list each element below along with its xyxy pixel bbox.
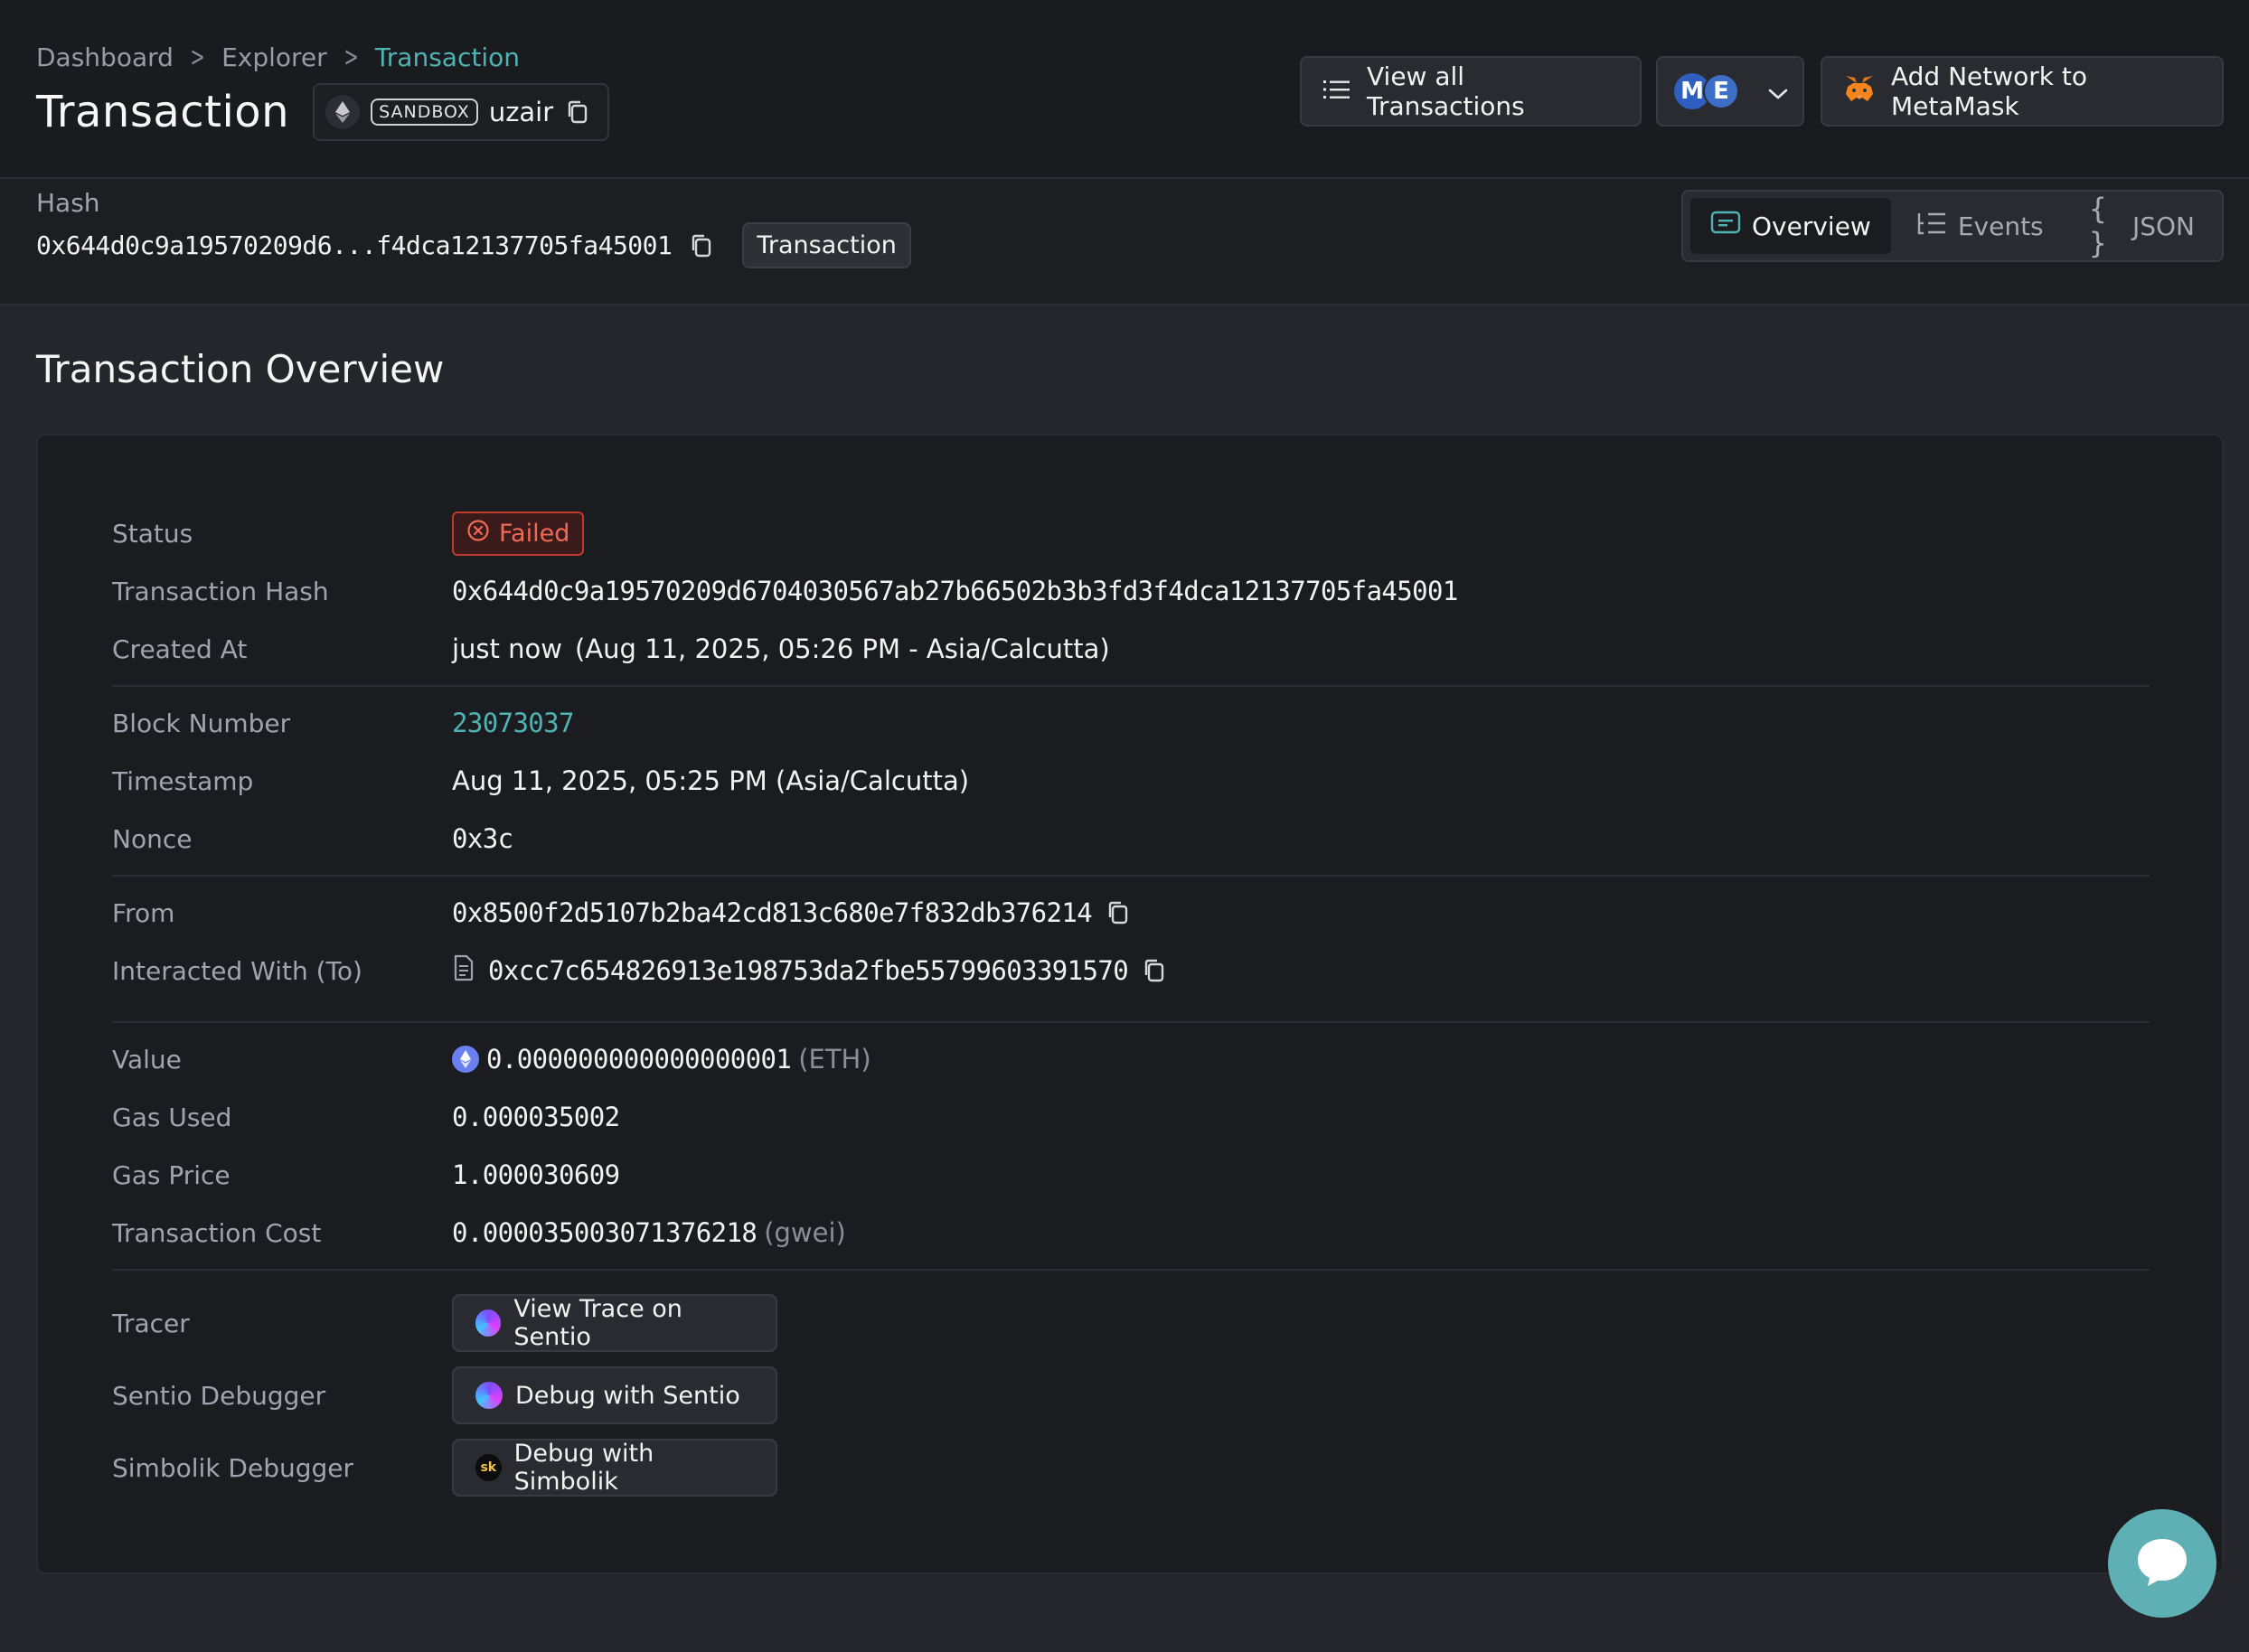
type-chip: Transaction bbox=[742, 222, 911, 268]
to-label: Interacted With (To) bbox=[112, 955, 362, 986]
copy-icon[interactable] bbox=[1105, 899, 1132, 926]
tx-cost-label: Transaction Cost bbox=[112, 1217, 322, 1248]
gas-price-label: Gas Price bbox=[112, 1159, 231, 1190]
ethereum-icon bbox=[452, 1046, 479, 1073]
overview-icon bbox=[1710, 210, 1741, 243]
hash-label: Hash bbox=[36, 188, 100, 218]
debug-sentio-button[interactable]: Debug with Sentio bbox=[452, 1366, 777, 1424]
contract-file-icon bbox=[452, 954, 475, 988]
title-row: Transaction SANDBOX uzair bbox=[36, 83, 610, 141]
copy-icon[interactable] bbox=[1141, 957, 1168, 984]
sentio-logo-icon bbox=[475, 1382, 503, 1409]
view-all-transactions-button[interactable]: View all Transactions bbox=[1300, 56, 1642, 127]
created-at-label: Created At bbox=[112, 634, 248, 664]
tx-hash-label: Transaction Hash bbox=[112, 576, 329, 606]
created-at-relative: just now bbox=[452, 634, 562, 664]
debug-sentio-label: Debug with Sentio bbox=[515, 1381, 740, 1410]
tab-json[interactable]: { } JSON bbox=[2069, 192, 2215, 260]
breadcrumb-explorer[interactable]: Explorer bbox=[221, 42, 327, 72]
simbolik-logo-icon: sk bbox=[475, 1454, 502, 1481]
nonce-label: Nonce bbox=[112, 823, 193, 854]
chevron-right-icon: > bbox=[190, 42, 205, 73]
divider bbox=[112, 875, 2150, 877]
divider bbox=[112, 1021, 2150, 1023]
simbolik-debugger-label: Simbolik Debugger bbox=[112, 1452, 353, 1483]
debug-simbolik-button[interactable]: sk Debug with Simbolik bbox=[452, 1439, 777, 1497]
chat-support-button[interactable] bbox=[2108, 1509, 2216, 1618]
value-amount: 0.000000000000000001 bbox=[486, 1044, 792, 1075]
hash-value: 0x644d0c9a19570209d6...f4dca12137705fa45… bbox=[36, 230, 673, 260]
status-text: Failed bbox=[499, 519, 570, 548]
project-chip: SANDBOX uzair bbox=[313, 83, 610, 141]
tab-overview[interactable]: Overview bbox=[1690, 198, 1891, 254]
sentio-debugger-label: Sentio Debugger bbox=[112, 1380, 326, 1411]
close-circle-icon bbox=[466, 519, 490, 549]
gas-used-label: Gas Used bbox=[112, 1102, 232, 1132]
chat-icon bbox=[2134, 1535, 2190, 1591]
page-title: Transaction bbox=[36, 87, 290, 137]
view-tabs: Overview Events { } JSON bbox=[1681, 190, 2224, 262]
tx-cost-unit: (gwei) bbox=[764, 1217, 846, 1248]
tx-cost-amount: 0.000035003071376218 bbox=[452, 1217, 758, 1248]
overview-card: Status Failed Transaction Hash 0x644d0c9… bbox=[36, 434, 2224, 1574]
timestamp-label: Timestamp bbox=[112, 765, 254, 796]
status-badge: Failed bbox=[452, 511, 585, 556]
block-number-link[interactable]: 23073037 bbox=[452, 708, 574, 738]
network-selector[interactable]: M E bbox=[1656, 56, 1804, 127]
value-unit: (ETH) bbox=[798, 1044, 871, 1075]
project-name: uzair bbox=[488, 97, 554, 127]
chevron-right-icon: > bbox=[343, 42, 359, 73]
sandbox-tag: SANDBOX bbox=[371, 99, 478, 126]
tracer-label: Tracer bbox=[112, 1308, 190, 1338]
block-number-label: Block Number bbox=[112, 708, 291, 738]
created-at-absolute: (Aug 11, 2025, 05:26 PM - Asia/Calcutta) bbox=[574, 634, 1110, 664]
to-address[interactable]: 0xcc7c654826913e198753da2fbe557996033915… bbox=[488, 955, 1129, 986]
timestamp-value: Aug 11, 2025, 05:25 PM (Asia/Calcutta) bbox=[452, 765, 970, 796]
divider bbox=[112, 1269, 2150, 1271]
status-label: Status bbox=[112, 518, 193, 549]
network-badges: M E bbox=[1674, 73, 1739, 109]
chevron-down-icon bbox=[1768, 77, 1788, 107]
nonce-value: 0x3c bbox=[452, 823, 513, 854]
hash-row: 0x644d0c9a19570209d6...f4dca12137705fa45… bbox=[36, 222, 911, 268]
tab-overview-label: Overview bbox=[1752, 211, 1871, 241]
tab-events-label: Events bbox=[1957, 211, 2044, 241]
value-label: Value bbox=[112, 1044, 182, 1075]
debug-simbolik-label: Debug with Simbolik bbox=[513, 1440, 654, 1496]
gas-price-value: 1.000030609 bbox=[452, 1159, 620, 1190]
tab-json-label: JSON bbox=[2131, 211, 2195, 241]
gas-used-value: 0.000035002 bbox=[452, 1102, 620, 1132]
network-badge: E bbox=[1703, 73, 1739, 109]
view-trace-sentio-button[interactable]: View Trace on Sentio bbox=[452, 1294, 777, 1352]
tx-hash-value: 0x644d0c9a19570209d6704030567ab27b66502b… bbox=[452, 576, 1458, 606]
from-address[interactable]: 0x8500f2d5107b2ba42cd813c680e7f832db3762… bbox=[452, 897, 1093, 928]
section-title: Transaction Overview bbox=[36, 347, 445, 391]
events-icon bbox=[1916, 211, 1947, 241]
list-icon bbox=[1323, 77, 1350, 107]
view-trace-label: View Trace on Sentio bbox=[513, 1295, 682, 1351]
breadcrumb-dashboard[interactable]: Dashboard bbox=[36, 42, 174, 72]
view-all-label: View all Transactions bbox=[1367, 61, 1525, 121]
tab-events[interactable]: Events bbox=[1896, 198, 2064, 254]
divider bbox=[112, 685, 2150, 687]
copy-icon[interactable] bbox=[564, 99, 591, 126]
copy-icon[interactable] bbox=[688, 232, 715, 259]
breadcrumb-transaction[interactable]: Transaction bbox=[375, 42, 520, 72]
metamask-label: Add Network to MetaMask bbox=[1891, 61, 2088, 121]
metamask-fox-icon bbox=[1844, 74, 1875, 109]
from-label: From bbox=[112, 897, 175, 928]
sentio-logo-icon bbox=[475, 1309, 502, 1337]
breadcrumb: Dashboard > Explorer > Transaction bbox=[36, 42, 520, 73]
add-network-metamask-button[interactable]: Add Network to MetaMask bbox=[1821, 56, 2224, 127]
braces-icon: { } bbox=[2088, 192, 2107, 260]
ethereum-icon bbox=[325, 95, 361, 129]
